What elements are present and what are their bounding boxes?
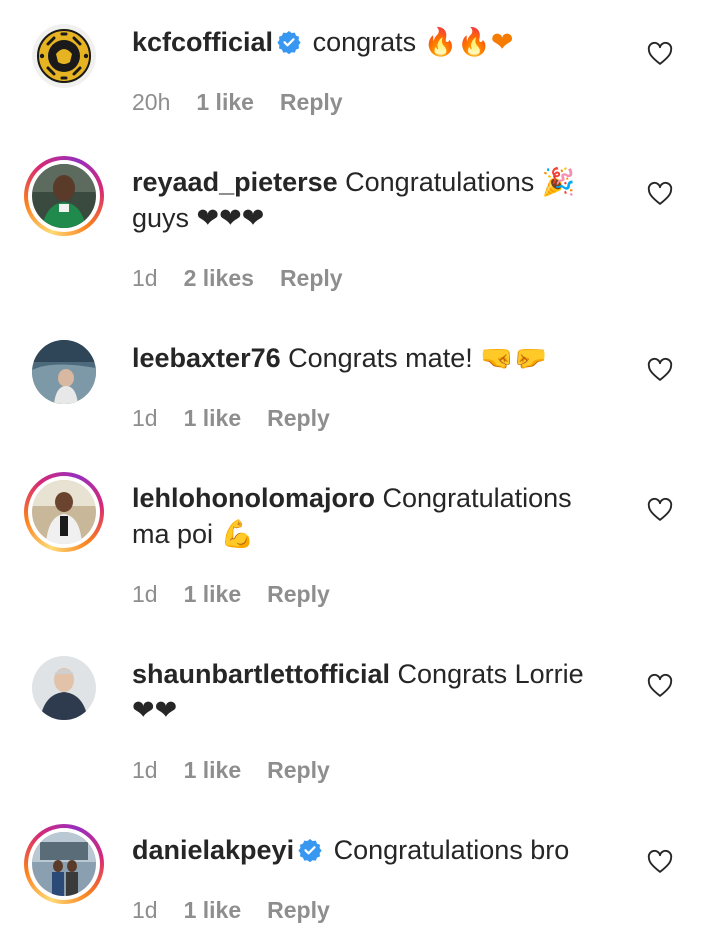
comment-username[interactable]: lehlohonolomajoro: [132, 483, 375, 513]
avatar[interactable]: [24, 332, 104, 412]
avatar[interactable]: [24, 472, 104, 552]
comment-username[interactable]: reyaad_pieterse: [132, 167, 338, 197]
avatar[interactable]: [24, 824, 104, 904]
comment-timestamp: 20h: [132, 89, 171, 115]
avatar[interactable]: [24, 16, 104, 96]
comment-likes-link[interactable]: 1 like: [196, 89, 254, 116]
heart-outline-icon[interactable]: [646, 848, 674, 876]
heart-outline-icon[interactable]: [646, 356, 674, 384]
heart-outline-icon[interactable]: [646, 672, 674, 700]
reply-button[interactable]: Reply: [280, 89, 343, 116]
comment-username[interactable]: danielakpeyi: [132, 835, 294, 865]
avatar-photo: [32, 656, 96, 720]
avatar-photo: [32, 832, 96, 896]
verified-badge-icon: [298, 839, 322, 862]
comment-likes-link[interactable]: 1 like: [184, 405, 242, 432]
avatar-photo: [32, 480, 96, 544]
comment-timestamp: 1d: [132, 897, 158, 923]
reply-button[interactable]: Reply: [267, 581, 330, 608]
reply-button[interactable]: Reply: [280, 265, 343, 292]
reply-button[interactable]: Reply: [267, 757, 330, 784]
comment-likes-link[interactable]: 1 like: [184, 757, 242, 784]
comment-text: Congrats mate! 🤜🤛: [288, 343, 548, 373]
reply-button[interactable]: Reply: [267, 405, 330, 432]
comment-timestamp: 1d: [132, 265, 158, 291]
heart-outline-icon[interactable]: [646, 180, 674, 208]
avatar-photo: [32, 164, 96, 228]
verified-badge-icon: [277, 31, 301, 54]
comment-text: Congratulations bro: [333, 835, 570, 865]
comment-username[interactable]: leebaxter76: [132, 343, 281, 373]
comment-username[interactable]: kcfcofficial: [132, 27, 273, 57]
comment-timestamp: 1d: [132, 757, 158, 783]
comment-username[interactable]: shaunbartlettofficial: [132, 659, 390, 689]
comment-likes-link[interactable]: 1 like: [184, 897, 242, 924]
heart-outline-icon[interactable]: [646, 40, 674, 68]
comment-timestamp: 1d: [132, 581, 158, 607]
comment-timestamp: 1d: [132, 405, 158, 431]
avatar[interactable]: [24, 156, 104, 236]
comment-text: congrats: [312, 27, 417, 57]
heart-outline-icon[interactable]: [646, 496, 674, 524]
reply-button[interactable]: Reply: [267, 897, 330, 924]
comment-likes-link[interactable]: 2 likes: [184, 265, 254, 292]
kaizer-chiefs-logo: [32, 24, 96, 88]
comment-likes-link[interactable]: 1 like: [184, 581, 242, 608]
comment-emojis: 🔥🔥❤: [423, 27, 514, 58]
avatar[interactable]: [24, 648, 104, 728]
avatar-photo: [32, 340, 96, 404]
